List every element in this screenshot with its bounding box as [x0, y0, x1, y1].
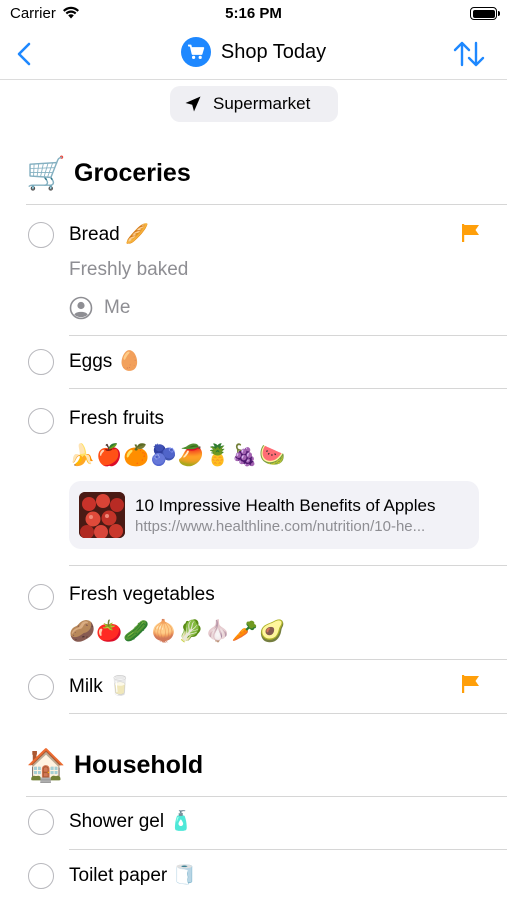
link-preview-card[interactable]: 10 Impressive Health Benefits of Apples … [69, 481, 479, 549]
sort-arrows-icon [453, 41, 485, 67]
item-checkbox[interactable] [28, 674, 54, 700]
location-chip[interactable]: Supermarket [170, 86, 338, 122]
item-title[interactable]: Toilet paper 🧻 [69, 863, 196, 887]
item-note: Freshly baked [69, 259, 189, 280]
navigation-bar: Shop Today [0, 28, 507, 80]
assignee-label: Me [104, 297, 131, 318]
nav-title-group: Shop Today [0, 37, 507, 67]
divider [69, 659, 507, 660]
item-checkbox[interactable] [28, 809, 54, 835]
divider [69, 565, 507, 566]
item-checkbox[interactable] [28, 584, 54, 610]
clock: 5:16 PM [225, 5, 282, 22]
divider [26, 796, 507, 797]
cart-icon [180, 37, 211, 67]
item-title[interactable]: Fresh fruits [69, 408, 164, 430]
house-icon: 🏠 [26, 747, 66, 783]
status-bar: Carrier 5:16 PM [0, 0, 507, 28]
flag-icon[interactable] [460, 222, 482, 244]
item-title[interactable]: Shower gel 🧴 [69, 809, 193, 833]
item-title[interactable]: Milk 🥛 [69, 674, 132, 698]
item-title[interactable]: Fresh vegetables [69, 584, 215, 606]
sort-button[interactable] [453, 40, 485, 68]
divider [69, 388, 507, 389]
shopping-cart-icon: 🛒 [26, 155, 66, 191]
location-label: Supermarket [213, 94, 311, 113]
divider [69, 335, 507, 336]
item-emoji-row: 🍌🍎🍊🫐🥭🍍🍇🍉 [69, 444, 287, 467]
section-header-household: 🏠 Household [26, 746, 203, 784]
item-title[interactable]: Eggs 🥚 [69, 349, 141, 373]
person-circle-icon [69, 296, 93, 320]
location-arrow-icon [185, 96, 201, 112]
item-title[interactable]: Bread 🥖 [69, 222, 149, 246]
divider [69, 713, 507, 714]
item-assignee[interactable]: Me [69, 296, 130, 320]
flag-icon[interactable] [460, 673, 482, 695]
section-title: Household [74, 750, 204, 779]
section-header-groceries: 🛒 Groceries [26, 154, 191, 192]
link-title: 10 Impressive Health Benefits of Apples [135, 495, 436, 515]
section-title: Groceries [74, 158, 191, 187]
item-emoji-row: 🥔🍅🥒🧅🥬🧄🥕🥑 [69, 620, 287, 643]
divider [69, 849, 507, 850]
item-checkbox[interactable] [28, 408, 54, 434]
item-checkbox[interactable] [28, 222, 54, 248]
item-checkbox[interactable] [28, 349, 54, 375]
page-title: Shop Today [220, 40, 327, 63]
link-url: https://www.healthline.com/nutrition/10-… [135, 517, 426, 535]
divider [26, 204, 507, 205]
battery-icon [470, 7, 500, 20]
link-thumbnail [79, 492, 125, 538]
item-checkbox[interactable] [28, 863, 54, 889]
